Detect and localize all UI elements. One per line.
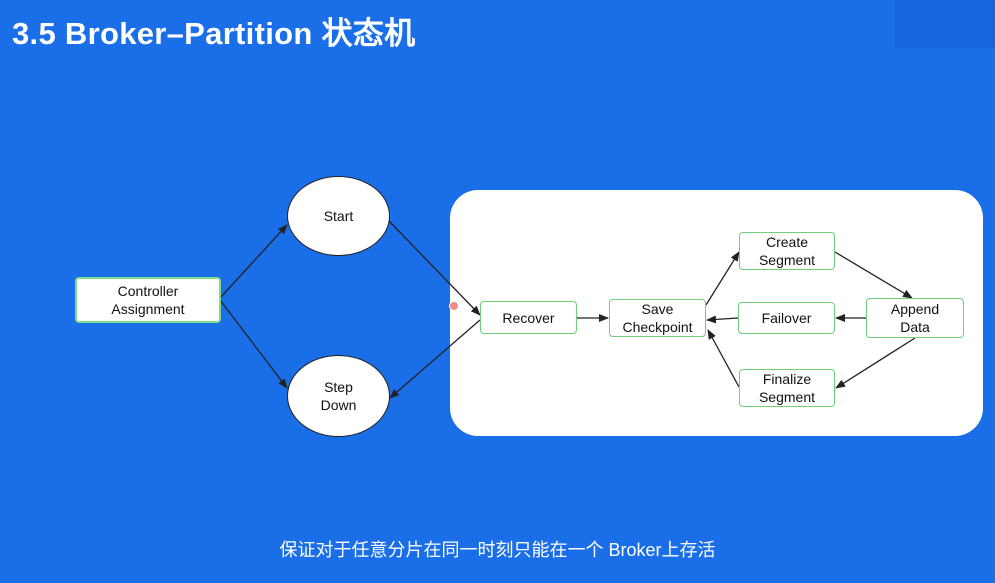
node-save-checkpoint: Save Checkpoint <box>609 299 706 337</box>
node-recover: Recover <box>480 301 577 334</box>
node-finalize-segment: Finalize Segment <box>739 369 835 407</box>
node-append-data: Append Data <box>866 298 964 338</box>
node-failover: Failover <box>738 302 835 334</box>
node-controller-assignment: Controller Assignment <box>75 277 221 323</box>
node-step-down: Step Down <box>287 355 390 437</box>
arrow-controller-to-start <box>219 224 288 299</box>
pointer-cursor <box>449 301 459 311</box>
node-create-segment: Create Segment <box>739 232 835 270</box>
slide-title: 3.5 Broker–Partition 状态机 <box>12 16 416 51</box>
caption-subtitle: 保证对于任意分片在同一时刻只能在一个 Broker上存活 <box>279 540 716 560</box>
corner-overlay <box>895 0 995 48</box>
arrow-controller-to-stepdown <box>219 299 288 389</box>
node-start: Start <box>287 176 390 256</box>
